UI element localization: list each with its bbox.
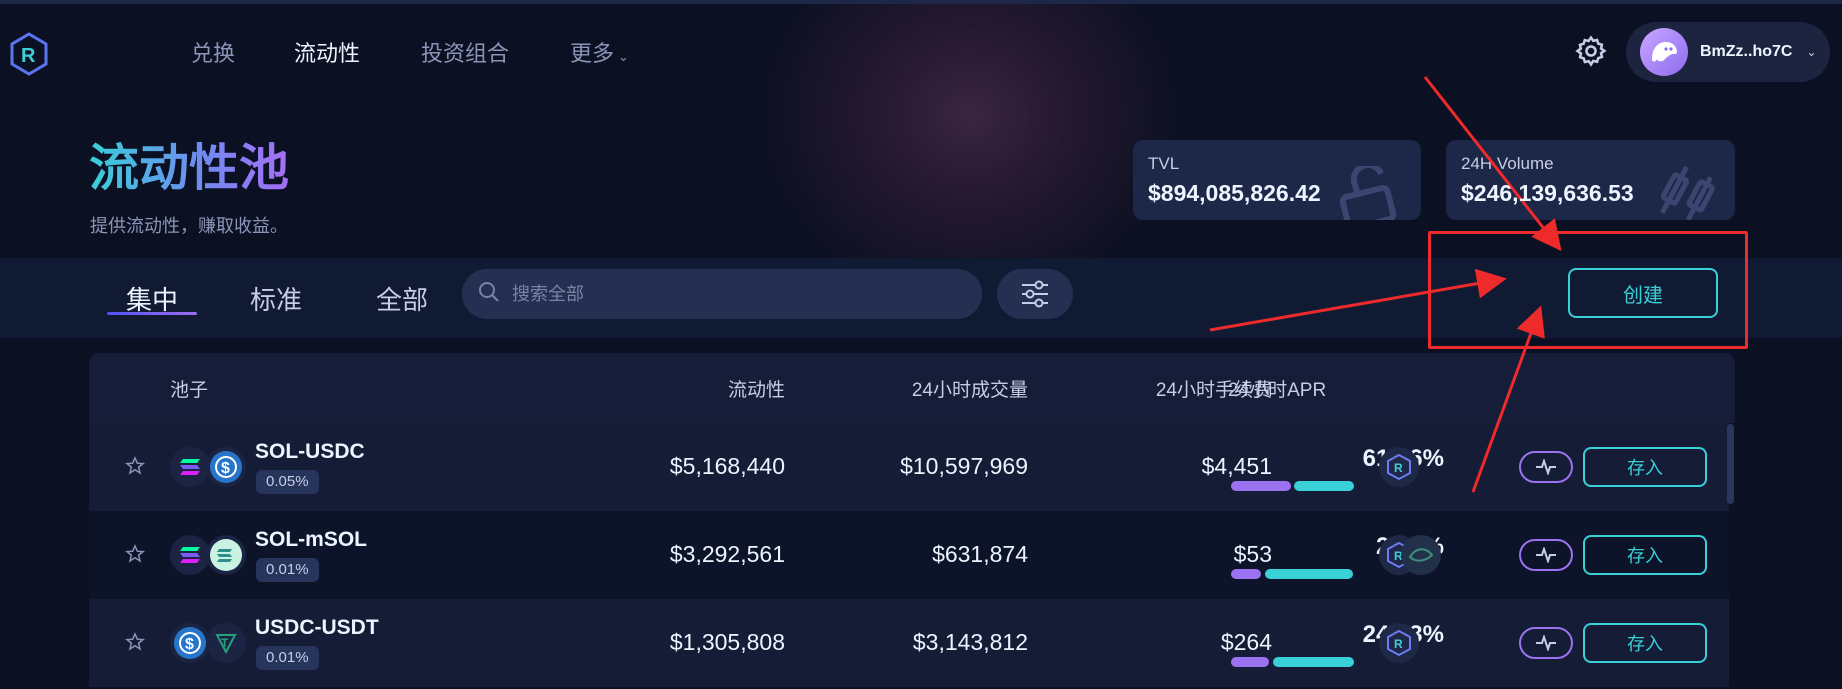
deposit-button[interactable]: 存入 [1583,535,1707,575]
apr-bar-segment [1231,481,1291,491]
table-row[interactable]: SOL-mSOL 0.01% $3,292,561 $631,874 $53 2… [89,511,1729,599]
page-subtitle: 提供流动性，赚取收益。 [90,216,288,236]
apr-bar-segment [1265,569,1353,579]
svg-text:R: R [21,45,36,67]
star-icon[interactable] [125,544,145,564]
pulse-icon [1536,459,1556,475]
gear-icon[interactable] [1574,34,1608,68]
pool-chart-button[interactable] [1519,627,1573,659]
nav-liquidity[interactable]: 流动性 [294,36,360,68]
wallet-button[interactable]: BmZz..ho7C ⌄ [1626,22,1830,82]
sliders-icon [1022,280,1048,308]
fees-value: $4,451 [1201,453,1272,479]
deposit-button[interactable]: 存入 [1583,623,1707,663]
apr-bar-segment [1231,569,1261,579]
volume-value: $10,597,969 [900,453,1028,479]
svg-text:$: $ [221,460,230,477]
usdc-token-icon: $ [206,447,246,487]
table-header: 池子 流动性 24小时成交量 24小时手续费 24小时APR [89,353,1735,423]
mnde-reward-icon [1401,535,1441,575]
fees-value: $264 [1220,629,1272,655]
nav-more-label: 更多 [570,41,615,66]
svg-text:T: T [221,636,229,650]
search-icon [478,281,500,308]
nav-swap[interactable]: 兑换 [191,36,235,68]
nav-more[interactable]: 更多 ⌄ [570,36,629,68]
tvl-card: TVL $894,085,826.42 [1133,140,1421,220]
ray-reward-icon: R [1379,447,1419,487]
annotation-highlight-box [1428,231,1748,349]
pool-chart-button[interactable] [1519,451,1573,483]
ray-reward-icon: R [1379,623,1419,663]
liquidity-value: $3,292,561 [669,541,785,567]
usdt-token-icon: T [206,623,246,663]
volume-card: 24H Volume $246,139,636.53 [1446,140,1735,220]
apr-value: 24.93% [1304,621,1444,649]
tab-all[interactable]: 全部 [376,280,428,317]
active-tab-underline [107,312,197,315]
apr-bar-segment [1294,481,1354,491]
header-apr[interactable]: 24小时APR [1228,375,1326,402]
fees-value: $53 [1233,541,1272,567]
pair-name: USDC-USDT [255,616,379,639]
star-icon[interactable] [125,456,145,476]
phantom-wallet-icon [1640,28,1688,76]
raydium-logo-icon[interactable]: R [8,31,50,77]
liquidity-value: $5,168,440 [669,453,785,479]
chevron-down-icon: ⌄ [618,49,629,64]
pool-table: 池子 流动性 24小时成交量 24小时手续费 24小时APR $ SOL-USD… [89,353,1735,689]
pool-chart-button[interactable] [1519,539,1573,571]
msol-token-icon [206,535,246,575]
liquidity-value: $1,305,808 [669,629,785,655]
nav-portfolio[interactable]: 投资组合 [421,36,509,68]
sol-token-icon [170,535,210,575]
header-volume[interactable]: 24小时成交量 [809,375,1028,402]
fee-tier-badge: 0.01% [256,558,319,582]
search-box[interactable] [462,269,982,319]
header-pool[interactable]: 池子 [170,375,208,402]
usdc-token-icon: $ [170,623,210,663]
svg-text:R: R [1394,461,1403,475]
apr-bar-segment [1231,657,1269,667]
volume-value: $246,139,636.53 [1461,180,1634,206]
pulse-icon [1536,547,1556,563]
search-input[interactable] [512,283,952,305]
wallet-address: BmZz..ho7C [1700,43,1793,60]
fee-tier-badge: 0.05% [256,470,319,494]
pair-name: SOL-USDC [255,440,365,463]
tvl-value: $894,085,826.42 [1148,180,1321,206]
apr-value: 61.96% [1304,445,1444,473]
apr-bar-segment [1273,657,1354,667]
volume-value: $631,874 [932,541,1028,567]
svg-text:$: $ [185,636,194,653]
pair-name: SOL-mSOL [255,528,368,551]
page-title: 流动性池 [89,128,289,200]
filter-settings-button[interactable] [997,269,1073,319]
fee-tier-badge: 0.01% [256,646,319,670]
table-row[interactable]: $ SOL-USDC 0.05% $5,168,440 $10,597,969 … [89,423,1729,511]
table-row[interactable]: $ T USDC-USDT 0.01% $1,305,808 $3,143,81… [89,599,1729,687]
deposit-button[interactable]: 存入 [1583,447,1707,487]
sol-token-icon [170,447,210,487]
pulse-icon [1536,635,1556,651]
table-scrollbar[interactable] [1727,424,1734,504]
tab-standard[interactable]: 标准 [250,280,302,317]
header-liquidity[interactable]: 流动性 [609,375,785,402]
svg-text:R: R [1394,637,1403,651]
volume-value: $3,143,812 [912,629,1028,655]
chevron-down-icon: ⌄ [1806,45,1817,59]
star-icon[interactable] [125,632,145,652]
